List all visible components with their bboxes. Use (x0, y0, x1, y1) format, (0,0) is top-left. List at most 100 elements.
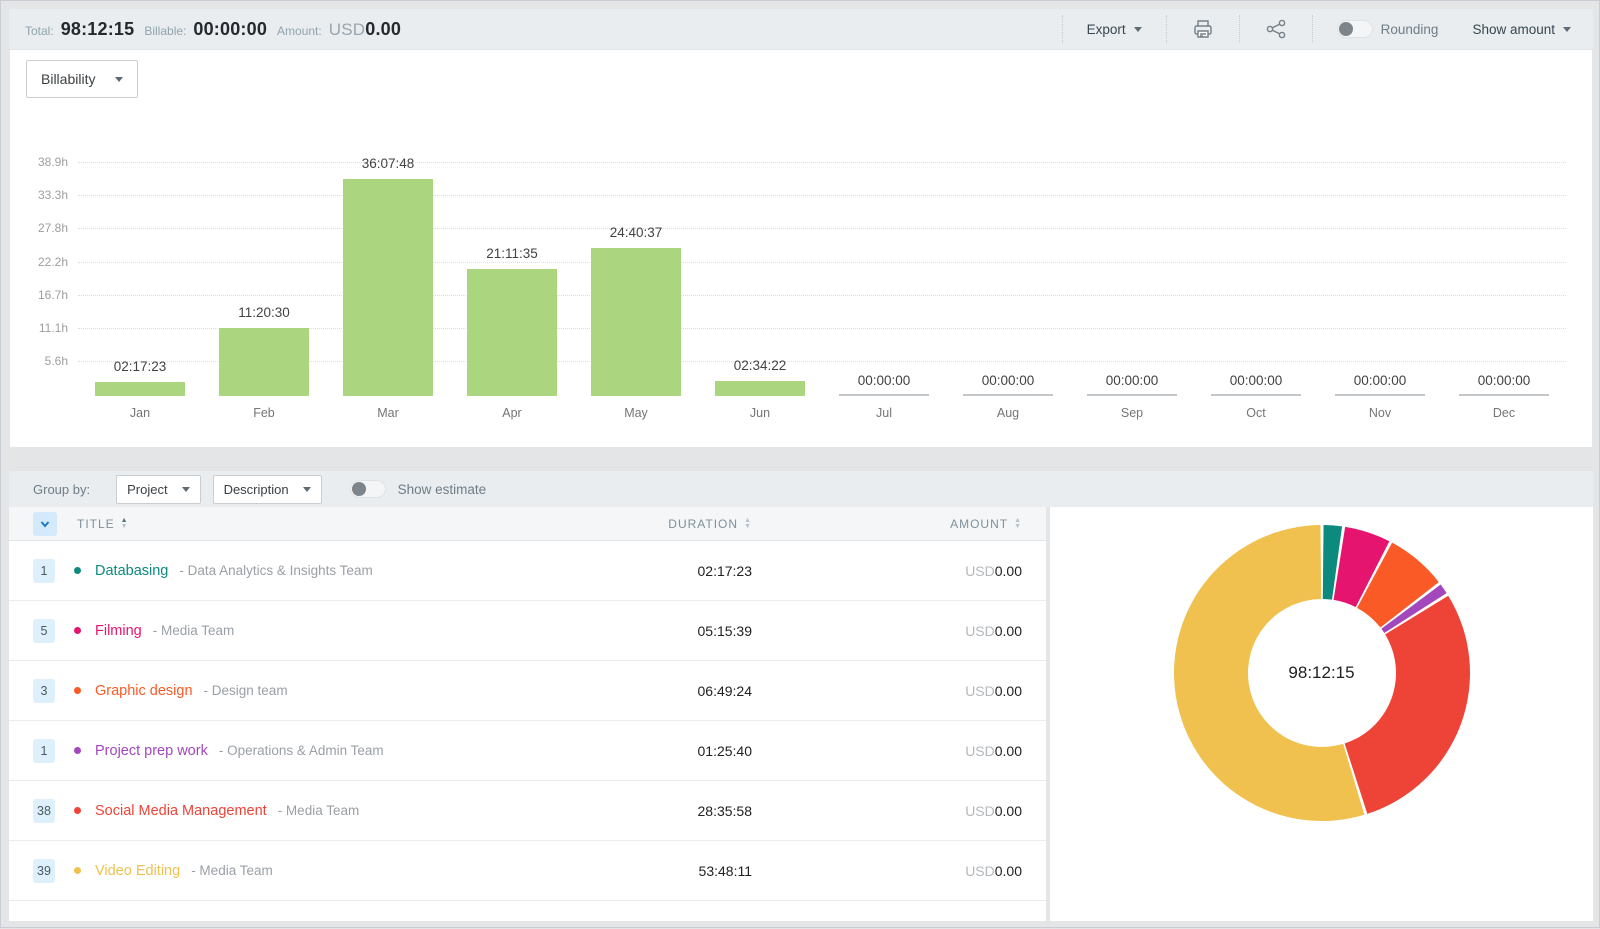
amount-label: Amount: (277, 24, 322, 38)
project-name-link[interactable]: Graphic design (95, 683, 193, 699)
project-team-label: - Operations & Admin Team (219, 743, 384, 758)
bar-column-mar: 36:07:48Mar (326, 146, 450, 396)
y-axis-tick: 22.2h (20, 255, 68, 269)
column-header-amount[interactable]: AMOUNT ▲▼ (752, 517, 1022, 531)
billability-dropdown[interactable]: Billability (26, 60, 138, 98)
entry-count-badge: 38 (33, 799, 55, 823)
project-color-dot (74, 747, 81, 754)
project-team-label: - Data Analytics & Insights Team (179, 563, 372, 578)
bar-may[interactable] (591, 248, 680, 396)
amount-cell: USD0.00 (752, 683, 1022, 699)
donut-chart: 98:12:15 (1170, 521, 1474, 825)
table-row[interactable]: 5Filming- Media Team05:15:39USD0.00 (9, 601, 1046, 661)
amount-currency: USD (965, 623, 995, 639)
bar-jul[interactable] (839, 394, 928, 396)
rounding-label: Rounding (1381, 22, 1439, 37)
bar-value-label: 00:00:00 (1194, 373, 1318, 388)
total-value: 98:12:15 (61, 19, 135, 40)
amount-number: 0.00 (365, 19, 401, 39)
bar-feb[interactable] (219, 328, 308, 396)
share-group (1239, 15, 1312, 43)
bar-value-label: 00:00:00 (1318, 373, 1442, 388)
report-page: Total: 98:12:15 Billable: 00:00:00 Amoun… (1, 1, 1600, 929)
project-team-label: - Media Team (153, 623, 235, 638)
y-axis-tick: 33.3h (20, 188, 68, 202)
bar-value-label: 21:11:35 (450, 246, 574, 261)
column-header-title: TITLE ▲▼ (33, 512, 592, 536)
bar-aug[interactable] (963, 394, 1052, 396)
bar-mar[interactable] (343, 179, 432, 396)
table-row[interactable]: 3Graphic design- Design team06:49:24USD0… (9, 661, 1046, 721)
bar-dec[interactable] (1459, 394, 1548, 396)
group-by-description-dropdown[interactable]: Description (213, 475, 322, 504)
entry-count-badge: 39 (33, 859, 55, 883)
amount-cell: USD0.00 (752, 863, 1022, 879)
project-name-link[interactable]: Project prep work (95, 743, 208, 759)
table-row[interactable]: 1Project prep work- Operations & Admin T… (9, 721, 1046, 781)
bar-column-jan: 02:17:23Jan (78, 146, 202, 396)
project-name-link[interactable]: Social Media Management (95, 803, 267, 819)
bar-jun[interactable] (715, 381, 804, 396)
print-button[interactable] (1191, 17, 1215, 41)
bar-column-may: 24:40:37May (574, 146, 698, 396)
bar-sep[interactable] (1087, 394, 1176, 396)
bar-nov[interactable] (1335, 394, 1424, 396)
table-body: 1 Databasing - Data Analytics & Insights T… (9, 541, 1046, 901)
project-title-cell: 38Social Media Management- Media Team (33, 799, 592, 823)
collapse-all-button[interactable] (33, 512, 57, 536)
project-color-dot (74, 807, 81, 814)
bar-oct[interactable] (1211, 394, 1300, 396)
project-color-dot (74, 867, 81, 874)
amount-cell: USD0.00 (752, 803, 1022, 819)
project-color-dot (74, 567, 81, 574)
x-axis-label: Oct (1194, 406, 1318, 420)
project-name-link[interactable]: Filming (95, 623, 142, 639)
table-row[interactable]: 38Social Media Management- Media Team28:… (9, 781, 1046, 841)
entry-count-badge: 3 (33, 679, 55, 703)
entry-count-badge: 1 (33, 559, 55, 583)
bar-plot: 38.9h33.3h27.8h22.2h16.7h11.1h5.6h02:17:… (78, 146, 1566, 396)
duration-cell: 01:25:40 (592, 743, 752, 759)
total-label: Total: (25, 24, 54, 38)
show-amount-dropdown[interactable]: Show amount (1472, 22, 1571, 37)
amount-value: 0.00 (995, 743, 1022, 759)
bar-apr[interactable] (467, 269, 556, 396)
table-row[interactable]: 39Video Editing- Media Team53:48:11USD0.… (9, 841, 1046, 901)
show-estimate-toggle[interactable] (350, 480, 386, 498)
duration-cell: 06:49:24 (592, 683, 752, 699)
project-title-cell: 39Video Editing- Media Team (33, 859, 592, 883)
sort-icon: ▲▼ (1014, 518, 1022, 529)
chevron-down-icon (115, 77, 123, 82)
amount-currency: USD (965, 743, 995, 759)
amount-value: 0.00 (995, 563, 1022, 579)
share-button[interactable] (1264, 17, 1288, 41)
sort-icon: ▲▼ (121, 518, 129, 529)
sort-by-title[interactable]: TITLE ▲▼ (77, 517, 129, 531)
projects-table: TITLE ▲▼ DURATION ▲▼ AMOUNT ▲▼ 1 Databasi… (9, 507, 1046, 921)
amount-group: Amount: USD0.00 (277, 19, 401, 40)
bar-column-sep: 00:00:00Sep (1070, 146, 1194, 396)
column-header-duration[interactable]: DURATION ▲▼ (592, 517, 752, 531)
chevron-down-icon (303, 487, 311, 492)
share-icon (1264, 17, 1288, 41)
duration-cell: 05:15:39 (592, 623, 752, 639)
table-row[interactable]: 1 Databasing - Data Analytics & Insights T… (9, 541, 1046, 601)
bar-column-jul: 00:00:00Jul (822, 146, 946, 396)
billable-label: Billable: (144, 24, 186, 38)
project-name-link[interactable]: Databasing (95, 563, 168, 579)
export-button[interactable]: Export (1087, 22, 1142, 37)
donut-slice-social-media-management[interactable] (1344, 596, 1469, 814)
group-by-project-dropdown[interactable]: Project (116, 475, 200, 504)
billable-value: 00:00:00 (193, 19, 267, 40)
rounding-toggle[interactable] (1337, 20, 1373, 38)
sort-icon: ▲▼ (744, 518, 752, 529)
bar-column-feb: 11:20:30Feb (202, 146, 326, 396)
x-axis-label: May (574, 406, 698, 420)
project-color-dot (74, 687, 81, 694)
amount-currency: USD (965, 683, 995, 699)
bar-jan[interactable] (95, 382, 184, 396)
bar-value-label: 00:00:00 (1070, 373, 1194, 388)
y-axis-tick: 27.8h (20, 221, 68, 235)
amount-value: 0.00 (995, 623, 1022, 639)
project-name-link[interactable]: Video Editing (95, 863, 180, 879)
